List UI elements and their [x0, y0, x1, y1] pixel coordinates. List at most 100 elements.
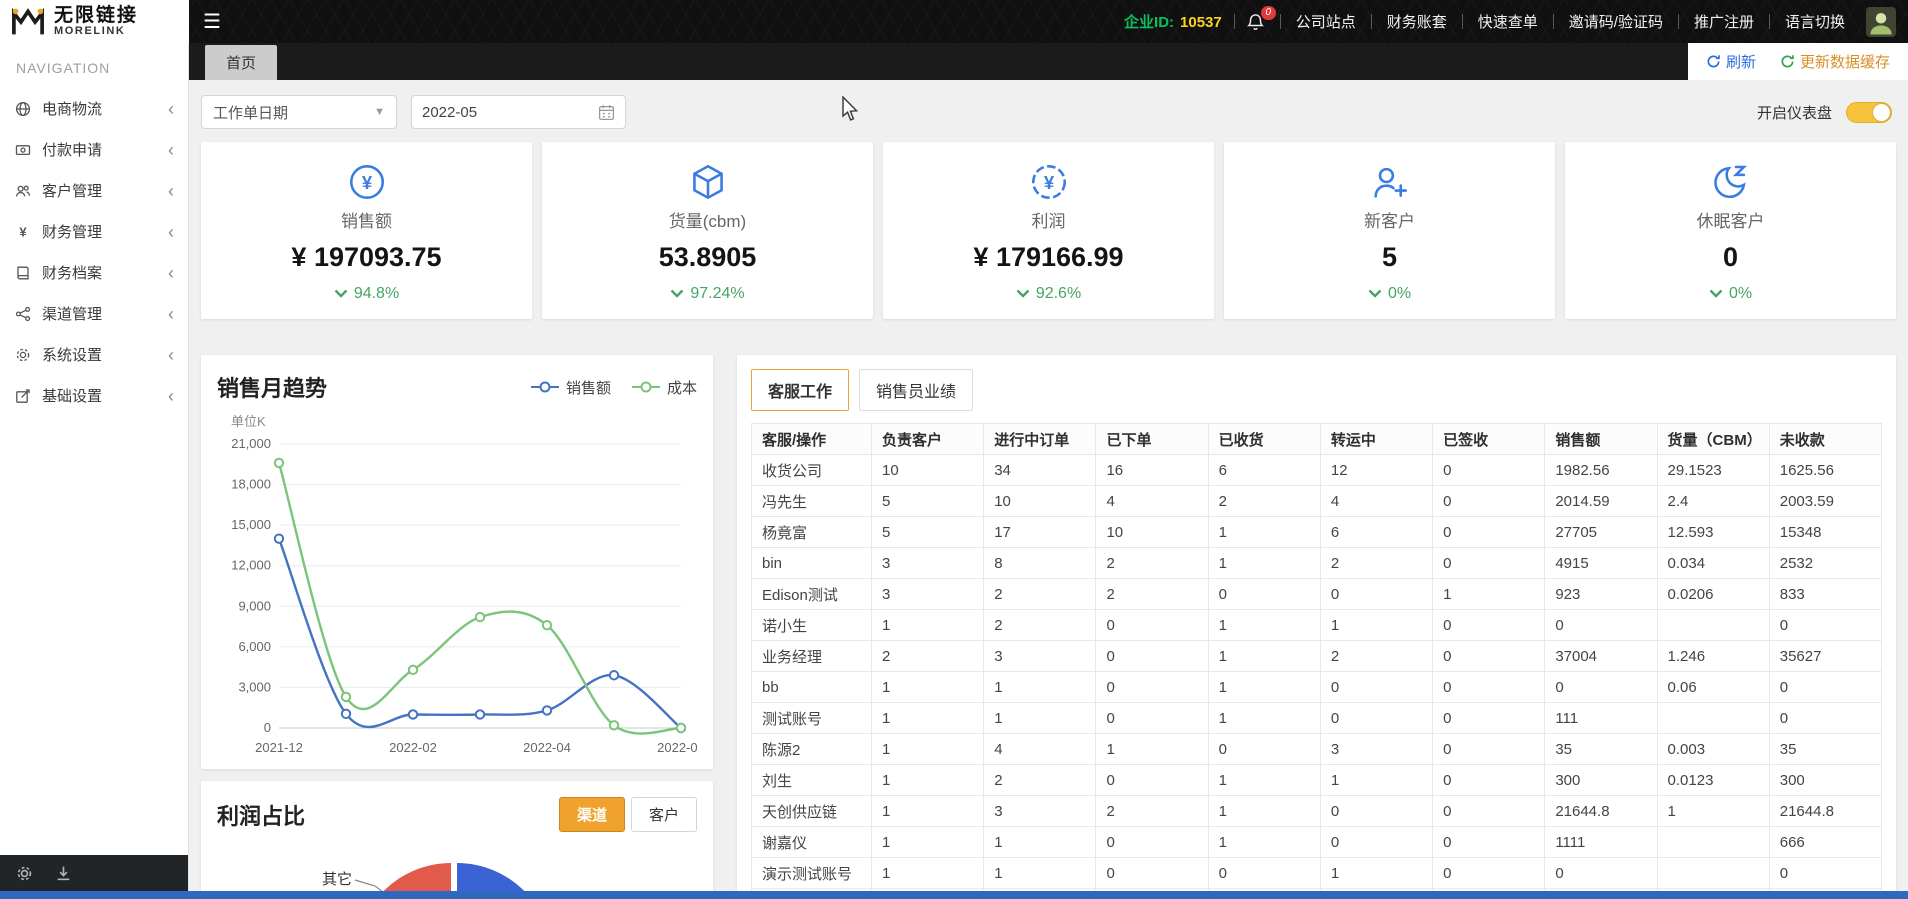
- value-cell: 1: [1319, 609, 1434, 641]
- service-name-cell[interactable]: 收货公司: [751, 454, 872, 486]
- value-cell: 0: [1207, 733, 1321, 765]
- service-name-cell[interactable]: 陈源2: [751, 733, 872, 765]
- value-cell: 1: [1432, 578, 1546, 610]
- sidebar-item-label: 财务管理: [42, 224, 103, 241]
- svg-text:2021-12: 2021-12: [255, 740, 303, 755]
- service-name-cell[interactable]: 天创供应链: [751, 795, 872, 827]
- customer-button[interactable]: 客户: [630, 797, 697, 832]
- value-cell: 300: [1544, 764, 1658, 796]
- month-picker-input[interactable]: 2022-05: [411, 95, 626, 129]
- app-logo[interactable]: 无限链接 MORELINK: [0, 0, 189, 43]
- service-name-cell[interactable]: 演示测试账号: [751, 857, 872, 889]
- chevron-down-icon: [1016, 285, 1030, 303]
- value-cell: 0: [1095, 857, 1209, 889]
- notifications-bell[interactable]: 0: [1237, 5, 1278, 31]
- value-cell: 0: [1544, 671, 1658, 703]
- service-name-cell[interactable]: 谢嘉仪: [751, 826, 872, 858]
- sidebar-item-finance-archive[interactable]: 财务档案 ‹: [0, 252, 188, 293]
- sidebar-item-label: 基础设置: [42, 388, 103, 405]
- menu-invite-code[interactable]: 邀请码/验证码: [1556, 11, 1676, 32]
- service-name-cell[interactable]: 业务经理: [751, 640, 872, 672]
- panels-row: 销售月趋势 销售额 成本 单位K 0 3,000 6,000 9,000 12,000 15…: [201, 355, 1896, 899]
- service-name-cell[interactable]: 杨竟富: [751, 516, 872, 548]
- value-cell: 0: [1432, 857, 1546, 889]
- stat-value: 0: [1722, 242, 1739, 272]
- value-cell: 0: [1432, 547, 1546, 579]
- value-cell: 21644.8: [1768, 795, 1883, 827]
- value-cell: 0: [1544, 609, 1658, 641]
- menu-promo-register[interactable]: 推广注册: [1681, 11, 1767, 32]
- svg-text:¥: ¥: [361, 172, 372, 193]
- stat-card-4: 休眠客户 0 0%: [1565, 142, 1896, 319]
- sidebar-item-finance-management[interactable]: ¥ 财务管理 ‹: [0, 211, 188, 252]
- chevron-down-icon: ▼: [374, 106, 385, 118]
- sidebar-toggle-button[interactable]: ☰: [189, 0, 235, 43]
- value-cell: 12.593: [1656, 516, 1770, 548]
- service-name-cell[interactable]: Edison测试: [751, 578, 872, 610]
- channel-button[interactable]: 渠道: [558, 797, 625, 832]
- download-icon[interactable]: [55, 865, 72, 882]
- tab-home[interactable]: 首页: [205, 45, 278, 80]
- service-name-cell[interactable]: bb: [751, 671, 872, 703]
- sales-trend-panel: 销售月趋势 销售额 成本 单位K 0 3,000 6,000 9,000 12,000 15…: [201, 355, 713, 769]
- column-header: 已签收: [1432, 423, 1546, 455]
- sidebar-item-system-settings[interactable]: 系统设置 ‹: [0, 334, 188, 375]
- value-cell: 4: [1095, 485, 1209, 517]
- value-cell: 0.0123: [1656, 764, 1770, 796]
- service-name-cell[interactable]: 测试账号: [751, 702, 872, 734]
- gear-icon[interactable]: [16, 865, 33, 882]
- svg-text:15,000: 15,000: [231, 517, 271, 532]
- value-cell: 1: [1207, 640, 1321, 672]
- divider: [1768, 14, 1770, 29]
- value-cell: 1111: [1544, 826, 1658, 858]
- tab-customer-service-work[interactable]: 客服工作: [751, 369, 850, 411]
- menu-language-switch[interactable]: 语言切换: [1772, 11, 1858, 32]
- svg-text:2022-06: 2022-06: [657, 740, 697, 755]
- legend-item-0[interactable]: 销售额: [530, 377, 611, 398]
- menu-finance-account[interactable]: 财务账套: [1374, 11, 1460, 32]
- sidebar-item-channel-management[interactable]: 渠道管理 ‹: [0, 293, 188, 334]
- value-cell: [1656, 702, 1770, 734]
- value-cell: 3: [983, 795, 1097, 827]
- sidebar-item-basic-settings[interactable]: 基础设置 ‹: [0, 375, 188, 416]
- svg-text:6,000: 6,000: [238, 639, 271, 654]
- sidebar-item-customer-management[interactable]: 客户管理 ‹: [0, 170, 188, 211]
- service-name-cell[interactable]: bin: [751, 547, 872, 579]
- edit-icon: [14, 387, 31, 404]
- globe-icon: [14, 100, 31, 117]
- divider: [1461, 14, 1463, 29]
- value-cell: 2.4: [1656, 485, 1770, 517]
- value-cell: 3: [870, 578, 985, 610]
- refresh-button[interactable]: 刷新: [1706, 51, 1756, 72]
- legend-item-1[interactable]: 成本: [631, 377, 697, 398]
- update-cache-button[interactable]: 更新数据缓存: [1780, 51, 1890, 72]
- service-name-cell[interactable]: 刘生: [751, 764, 872, 796]
- user-avatar[interactable]: [1866, 6, 1896, 37]
- work-order-date-select[interactable]: 工作单日期 ▼: [201, 95, 397, 129]
- tab-salesperson-performance[interactable]: 销售员业绩: [859, 369, 974, 411]
- company-id: 企业ID: 10537: [1124, 14, 1222, 31]
- value-cell: 4: [1319, 485, 1434, 517]
- service-name-cell[interactable]: 诺小生: [751, 609, 872, 641]
- toggle-knob: [1873, 103, 1890, 121]
- column-header: 货量（CBM）: [1656, 423, 1770, 455]
- value-cell: 0: [1432, 826, 1546, 858]
- divider: [1279, 14, 1281, 29]
- stat-card-3: 新客户 5 0%: [1224, 142, 1555, 319]
- dashboard-toggle-switch[interactable]: [1846, 101, 1892, 123]
- sidebar-item-ecommerce-logistics[interactable]: 电商物流 ‹: [0, 88, 188, 129]
- value-cell: 0: [1432, 671, 1546, 703]
- value-cell: 0: [1432, 702, 1546, 734]
- value-cell: 0: [1432, 640, 1546, 672]
- value-cell: 1: [870, 702, 985, 734]
- menu-company-site[interactable]: 公司站点: [1283, 11, 1369, 32]
- value-cell: 2: [1207, 485, 1321, 517]
- service-name-cell[interactable]: 冯先生: [751, 485, 872, 517]
- sidebar-item-payment-request[interactable]: 付款申请 ‹: [0, 129, 188, 170]
- menu-quick-query[interactable]: 快速查单: [1465, 11, 1551, 32]
- divider: [1677, 14, 1679, 29]
- value-cell: 0: [1432, 609, 1546, 641]
- stat-label: 利润: [1031, 212, 1066, 231]
- table-row: 刘生 1 2 0 1 1 0 300 0.0123 300: [751, 764, 1883, 796]
- value-cell: [1656, 609, 1770, 641]
